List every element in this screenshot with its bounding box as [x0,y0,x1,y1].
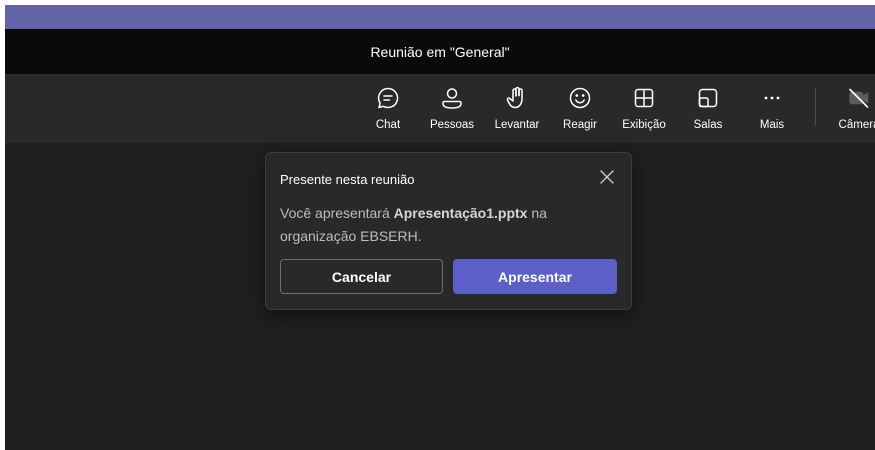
more-label: Mais [759,119,785,131]
title-bar: Reunião em "General" [5,29,875,74]
rooms-button[interactable]: Salas [676,85,740,137]
dialog-message: Você apresentará Apresentação1.pptx na o… [280,202,600,248]
grid-view-icon [631,85,657,111]
view-button[interactable]: Exibição [612,85,676,137]
view-label: Exibição [622,119,666,131]
raise-hand-icon [504,85,530,111]
react-button[interactable]: Reagir [548,85,612,137]
chat-button[interactable]: Chat [356,85,420,137]
close-icon [598,168,616,186]
close-button[interactable] [598,168,616,186]
react-label: Reagir [563,119,597,131]
cancel-button-label: Cancelar [331,268,392,285]
present-button-label: Apresentar [498,268,572,285]
meeting-toolbar: Chat Pessoas Levantar Reagir Exibição Sa… [5,74,875,143]
people-icon [439,85,465,111]
rooms-label: Salas [693,119,723,131]
toolbar-divider [815,88,816,126]
chat-label: Chat [375,119,401,131]
breakout-rooms-icon [695,85,721,111]
camera-label: Câmera [838,119,875,131]
more-icon [759,85,785,111]
raise-hand-button[interactable]: Levantar [485,85,549,137]
smiley-icon [567,85,593,111]
camera-button[interactable]: Câmera [827,85,875,137]
chat-icon [375,85,401,111]
dialog-title: Presente nesta reunião [280,172,415,187]
present-button[interactable]: Apresentar [453,259,617,294]
more-button[interactable]: Mais [740,85,804,137]
people-button[interactable]: Pessoas [420,85,484,137]
message-text-before: Você apresentará [280,205,394,221]
raise-hand-label: Levantar [494,119,540,131]
meeting-title: Reunião em "General" [370,43,510,60]
people-label: Pessoas [429,119,475,131]
cancel-button[interactable]: Cancelar [280,259,443,294]
accent-bar [5,5,875,29]
meeting-window: Reunião em "General" Chat Pessoas Levant… [5,5,875,450]
present-dialog: Presente nesta reunião Você apresentará … [265,152,632,310]
camera-off-icon [846,85,872,111]
file-name: Apresentação1.pptx [393,205,528,221]
